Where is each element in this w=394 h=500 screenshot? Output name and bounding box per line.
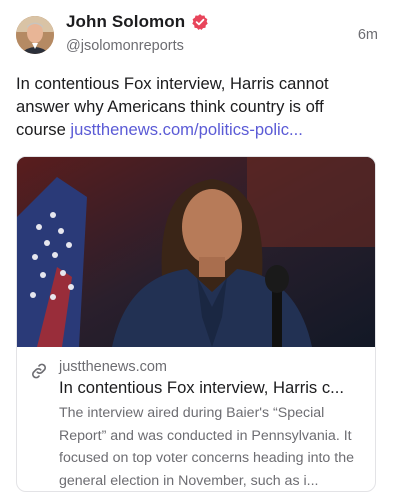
author-row: John Solomon (66, 12, 209, 32)
post[interactable]: John Solomon @jsolomonreports 6m In cont… (0, 0, 394, 500)
link-domain: justthenews.com (59, 359, 167, 375)
link-title[interactable]: In contentious Fox interview, Harris c..… (59, 378, 369, 398)
link-preview-meta: justthenews.com In contentious Fox inter… (17, 347, 375, 491)
post-timestamp: 6m (357, 27, 378, 43)
avatar-image (16, 16, 54, 54)
verified-badge-icon (192, 14, 208, 31)
avatar[interactable] (16, 16, 54, 54)
author-handle[interactable]: @jsolomonreports (66, 38, 184, 54)
link-preview-card[interactable]: justthenews.com In contentious Fox inter… (16, 156, 376, 492)
post-link[interactable]: justthenews.com/politics-polic... (70, 120, 302, 139)
link-icon (32, 363, 46, 379)
author-name[interactable]: John Solomon (66, 12, 185, 32)
link-description: The interview aired during Baier's “Spec… (59, 405, 354, 489)
post-text: In contentious Fox interview, Harris can… (16, 72, 376, 141)
link-preview-image (17, 157, 375, 347)
